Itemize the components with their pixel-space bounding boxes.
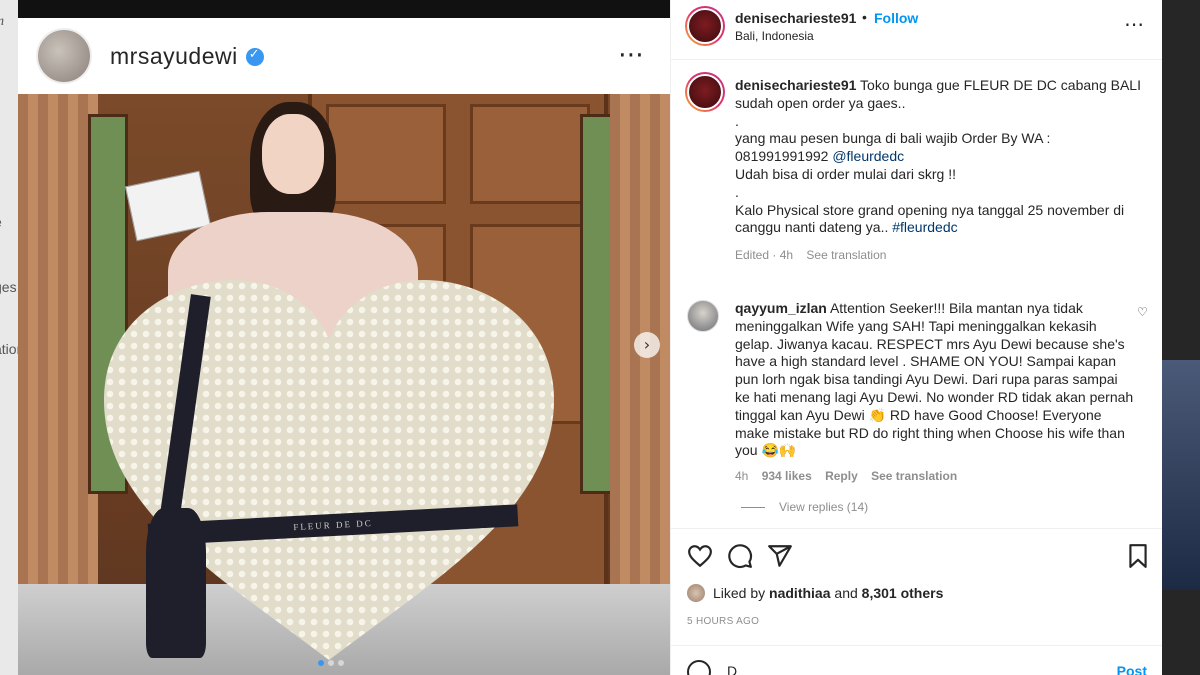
author-username[interactable]: mrsayudewi <box>110 43 238 70</box>
carousel-next-button[interactable]: › <box>634 332 660 358</box>
edge-fragment: ges <box>0 279 17 295</box>
comment-meta: 4h 934 likes Reply See translation <box>735 468 1135 486</box>
carousel-dots <box>318 660 344 666</box>
caption-text: . <box>735 183 739 200</box>
comment-like-heart-icon[interactable]: ♡ <box>1137 305 1148 319</box>
commenter-avatar[interactable] <box>687 300 719 332</box>
caption-username[interactable]: denisecharieste91 <box>735 77 856 93</box>
carousel-dot <box>328 660 334 666</box>
like-heart-icon[interactable] <box>687 543 713 569</box>
view-replies-label[interactable]: View replies (14) <box>779 500 868 514</box>
liked-by-middle: and <box>830 585 862 601</box>
share-paper-plane-icon[interactable] <box>767 543 793 569</box>
liked-by: Liked by nadithiaa and 8,301 others <box>687 584 943 602</box>
post-media-panel: mrsayudewi ⋯ FLEUR DE DC › <box>18 18 670 675</box>
carousel-dot-active <box>318 660 324 666</box>
edge-fragment: m <box>0 14 4 30</box>
liked-by-prefix: Liked by <box>713 585 770 601</box>
post-timestamp[interactable]: 5 HOURS AGO <box>687 616 759 627</box>
add-comment-bar: D Post <box>671 645 1163 675</box>
ribbon-bow <box>146 508 206 658</box>
separator-dot: • <box>862 9 867 25</box>
post-comment-button[interactable]: Post <box>1117 663 1147 675</box>
comment: qayyum_izlan Attention Seeker!!! Bila ma… <box>735 300 1135 486</box>
emoji-picker-icon[interactable] <box>687 660 711 675</box>
post-photo[interactable]: FLEUR DE DC › <box>18 94 670 675</box>
comment-input[interactable]: D <box>727 663 737 675</box>
see-translation-link[interactable]: See translation <box>871 469 957 483</box>
poster-username[interactable]: denisecharieste91 <box>735 10 856 26</box>
verified-badge-icon <box>245 47 264 66</box>
edge-fragment: e <box>0 214 2 230</box>
modal-top-shadow <box>18 0 670 18</box>
action-bar <box>671 528 1163 584</box>
comment-likes[interactable]: 934 likes <box>762 469 812 483</box>
see-translation-link[interactable]: See translation <box>806 248 886 262</box>
embedded-post-header: mrsayudewi ⋯ <box>18 18 670 94</box>
author-avatar[interactable] <box>36 28 92 84</box>
post-sidebar: denisecharieste91 • Follow Bali, Indones… <box>670 0 1163 675</box>
background-page-edge: m e ges ation <box>0 0 24 675</box>
others-likes-link[interactable]: 8,301 others <box>862 585 944 601</box>
caption-avatar[interactable] <box>685 72 725 112</box>
edited-timestamp: Edited · 4h <box>735 248 794 263</box>
post-caption: denisecharieste91 Toko bunga gue FLEUR D… <box>735 77 1145 265</box>
comment-text: Attention Seeker!!! Bila mantan nya tida… <box>735 300 1134 459</box>
view-replies-button[interactable]: View replies (14) <box>741 500 868 514</box>
more-options-icon[interactable]: ⋯ <box>618 40 646 70</box>
poster-avatar[interactable] <box>685 6 725 46</box>
comment-time: 4h <box>735 469 749 484</box>
commenter-username[interactable]: qayyum_izlan <box>735 300 827 316</box>
post-header: denisecharieste91 • Follow Bali, Indones… <box>671 0 1163 60</box>
liker-avatar[interactable] <box>687 584 705 602</box>
person-face <box>262 114 324 194</box>
next-post-peek[interactable] <box>1162 360 1200 590</box>
replies-divider <box>741 506 765 508</box>
comment-bubble-icon[interactable] <box>727 543 753 569</box>
mention-link[interactable]: @fleurdedc <box>832 148 904 164</box>
hashtag-link[interactable]: #fleurdedc <box>892 219 957 235</box>
caption-text: . <box>735 112 739 129</box>
curtain-left <box>18 94 98 594</box>
carousel-dot <box>338 660 344 666</box>
location-link[interactable]: Bali, Indonesia <box>735 29 814 43</box>
more-options-icon[interactable]: ⋯ <box>1124 12 1145 36</box>
bookmark-icon[interactable] <box>1125 543 1151 569</box>
reply-button[interactable]: Reply <box>825 469 858 483</box>
liker-username[interactable]: nadithiaa <box>769 585 830 601</box>
caption-meta: Edited · 4h See translation <box>735 247 1145 265</box>
follow-button[interactable]: Follow <box>874 10 918 26</box>
caption-text: Udah bisa di order mulai dari skrg !! <box>735 165 956 182</box>
